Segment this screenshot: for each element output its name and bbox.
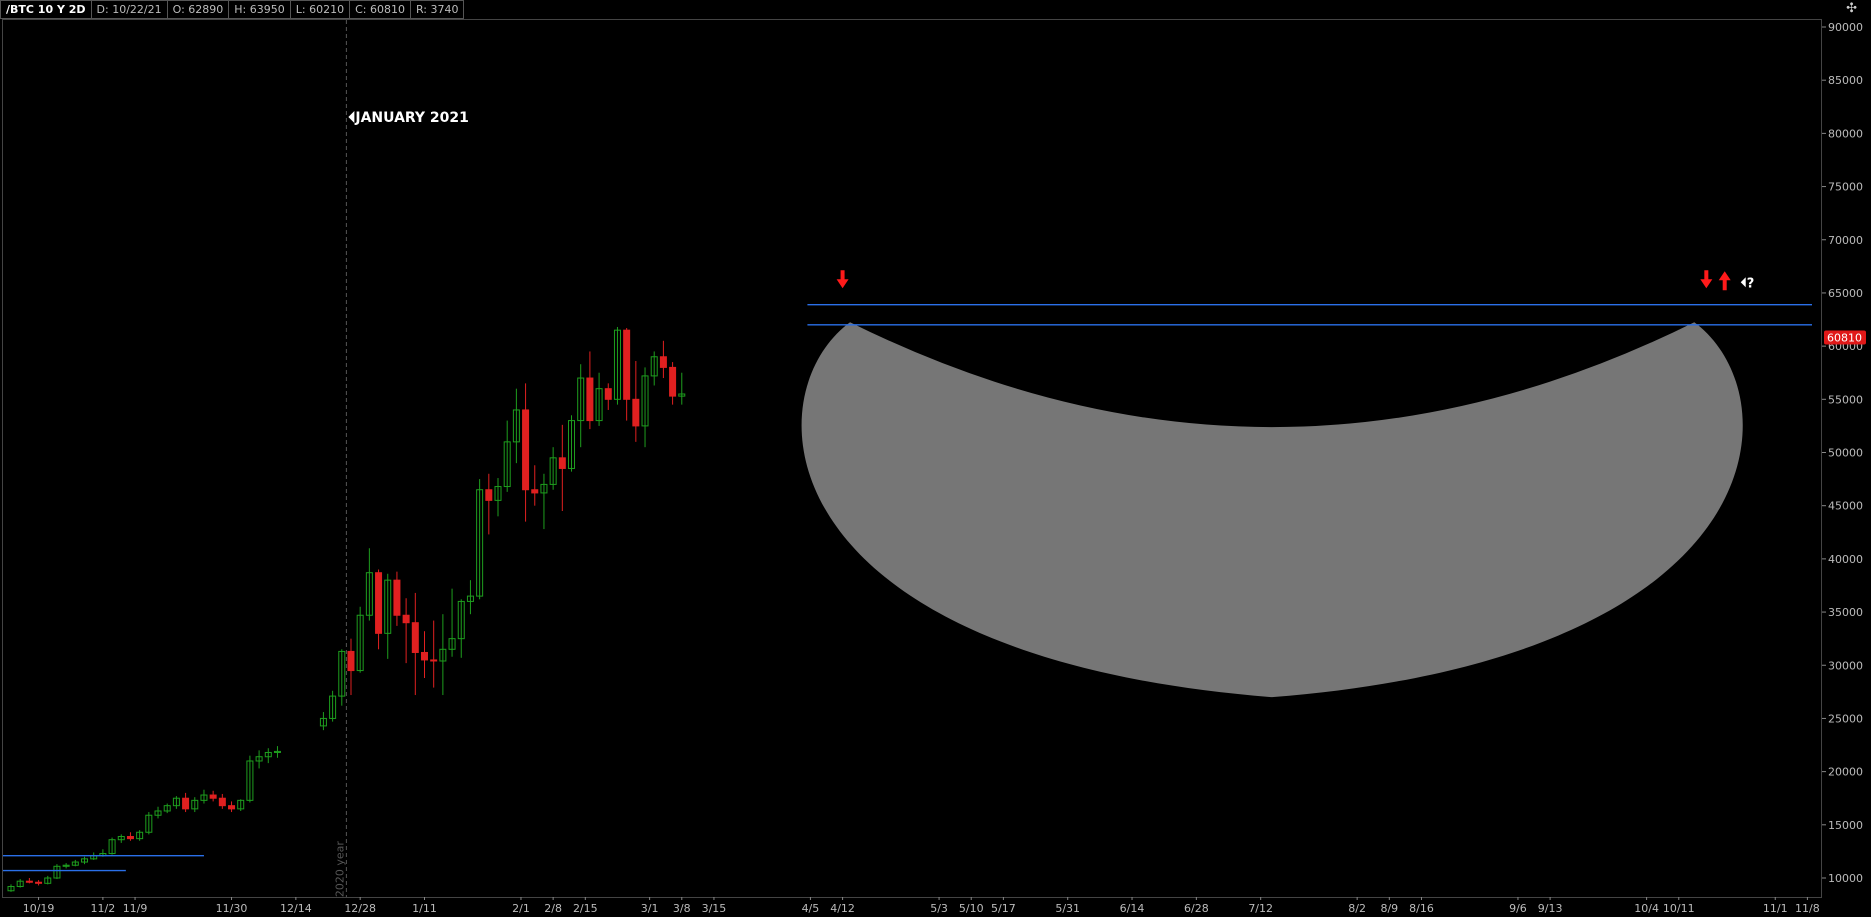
x-tick-label: 11/30 xyxy=(216,902,248,915)
x-tick-label: 1/11 xyxy=(412,902,437,915)
year-marker-layer: 2020 year JANUARY 2021 xyxy=(333,20,469,897)
candle-body xyxy=(632,398,640,427)
x-tick-label: 11/2 xyxy=(91,902,116,915)
x-tick-label: 11/8 xyxy=(1795,902,1820,915)
question-label: ? xyxy=(1747,276,1755,291)
price-chart[interactable]: 2020 year JANUARY 2021 ? 10000 15000 20000… xyxy=(0,0,1871,917)
x-tick-label: 3/15 xyxy=(702,902,727,915)
y-tick-label: 10000 xyxy=(1828,872,1863,885)
x-tick-label: 2/15 xyxy=(573,902,598,915)
x-tick-label: 4/12 xyxy=(830,902,855,915)
x-tick-label: 7/12 xyxy=(1248,902,1273,915)
y-tick-label: 50000 xyxy=(1828,447,1863,460)
x-tick-label: 5/17 xyxy=(991,902,1016,915)
y-tick-label: 55000 xyxy=(1828,393,1863,406)
arrow-down-icon xyxy=(836,270,849,289)
candle-body xyxy=(531,489,539,494)
x-tick-label: 5/3 xyxy=(930,902,948,915)
candle-body xyxy=(126,836,134,840)
close-value: C: 60810 xyxy=(350,0,411,19)
x-tick-label: 4/5 xyxy=(802,902,820,915)
x-tick-label: 12/14 xyxy=(280,902,312,915)
candle-body xyxy=(623,329,631,400)
candle-body xyxy=(182,797,190,810)
question-layer: ? xyxy=(1740,276,1755,291)
candle-body xyxy=(522,409,530,491)
x-tick-label: 8/9 xyxy=(1380,902,1398,915)
symbol-label[interactable]: /BTC 10 Y 2D xyxy=(0,0,92,19)
x-tick-label: 9/6 xyxy=(1509,902,1527,915)
high-value: H: 63950 xyxy=(229,0,291,19)
year-label: 2020 year xyxy=(333,841,346,898)
x-tick-label: 3/1 xyxy=(641,902,659,915)
last-price-tag: 60810 xyxy=(1824,330,1866,345)
date-value: D: 10/22/21 xyxy=(91,0,168,19)
candle-body xyxy=(604,388,612,400)
x-tick-label: 5/31 xyxy=(1055,902,1080,915)
candle-body xyxy=(420,651,428,661)
y-tick-label: 80000 xyxy=(1828,127,1863,140)
y-tick-label: 90000 xyxy=(1828,21,1863,34)
candle-body xyxy=(375,572,383,634)
x-tick-label: 11/1 xyxy=(1763,902,1788,915)
y-tick-label: 45000 xyxy=(1828,500,1863,513)
low-value: L: 60210 xyxy=(290,0,351,19)
y-tick-label: 15000 xyxy=(1828,819,1863,832)
x-tick-label: 10/19 xyxy=(23,902,55,915)
x-tick-label: 11/9 xyxy=(123,902,148,915)
candle-body xyxy=(347,650,355,672)
y-tick-label: 70000 xyxy=(1828,234,1863,247)
bowl-shape xyxy=(801,322,1743,698)
arrows-layer xyxy=(836,270,1731,291)
x-tick-label: 10/4 xyxy=(1634,902,1659,915)
date-axis[interactable]: 10/19 11/2 11/9 11/30 12/14 12/28 1/11 2/1 2/8 2/… xyxy=(23,897,1820,915)
x-tick-label: 6/28 xyxy=(1184,902,1209,915)
y-tick-label: 75000 xyxy=(1828,181,1863,194)
question-caret-icon xyxy=(1740,277,1746,288)
arrow-up-icon xyxy=(1718,271,1731,291)
candle-body xyxy=(669,366,677,397)
x-tick-label: 8/16 xyxy=(1409,902,1434,915)
candle-body xyxy=(402,614,410,624)
last-price-value: 60810 xyxy=(1827,332,1862,345)
x-tick-label: 8/2 xyxy=(1348,902,1366,915)
candle-body xyxy=(411,622,419,653)
x-tick-label: 3/8 xyxy=(673,902,691,915)
candle-body xyxy=(558,457,566,469)
x-tick-label: 5/10 xyxy=(959,902,984,915)
x-tick-label: 10/11 xyxy=(1663,902,1695,915)
candle-body xyxy=(659,356,667,368)
quote-info-bar: /BTC 10 Y 2D D: 10/22/21 O: 62890 H: 639… xyxy=(0,0,465,19)
y-tick-label: 85000 xyxy=(1828,74,1863,87)
bowl-pattern-layer xyxy=(801,322,1743,698)
y-tick-label: 20000 xyxy=(1828,766,1863,779)
x-tick-label: 2/8 xyxy=(544,902,562,915)
candle-body xyxy=(218,797,226,807)
crosshair-cursor-icon[interactable]: ✣ xyxy=(1846,1,1857,16)
candle-body xyxy=(393,579,401,616)
y-tick-label: 40000 xyxy=(1828,553,1863,566)
y-tick-label: 65000 xyxy=(1828,287,1863,300)
open-value: O: 62890 xyxy=(167,0,230,19)
y-tick-label: 25000 xyxy=(1828,712,1863,725)
range-value: R: 3740 xyxy=(410,0,465,19)
y-tick-label: 30000 xyxy=(1828,659,1863,672)
candle-body xyxy=(35,881,43,884)
candle-body xyxy=(25,880,33,883)
period-label: JANUARY 2021 xyxy=(354,110,469,126)
x-tick-label: 2/1 xyxy=(512,902,530,915)
price-axis[interactable]: 10000 15000 20000 25000 30000 35000 40000 45000… xyxy=(1822,21,1863,885)
candle-body xyxy=(209,794,217,799)
x-tick-label: 6/14 xyxy=(1120,902,1145,915)
x-tick-label: 9/13 xyxy=(1538,902,1563,915)
candle-body xyxy=(586,377,594,422)
arrow-down-icon xyxy=(1700,270,1713,289)
period-caret-icon xyxy=(348,111,355,123)
y-tick-label: 35000 xyxy=(1828,606,1863,619)
candle-body xyxy=(485,489,493,501)
candle-body xyxy=(228,805,236,810)
candle-body xyxy=(430,659,438,662)
x-tick-label: 12/28 xyxy=(344,902,376,915)
